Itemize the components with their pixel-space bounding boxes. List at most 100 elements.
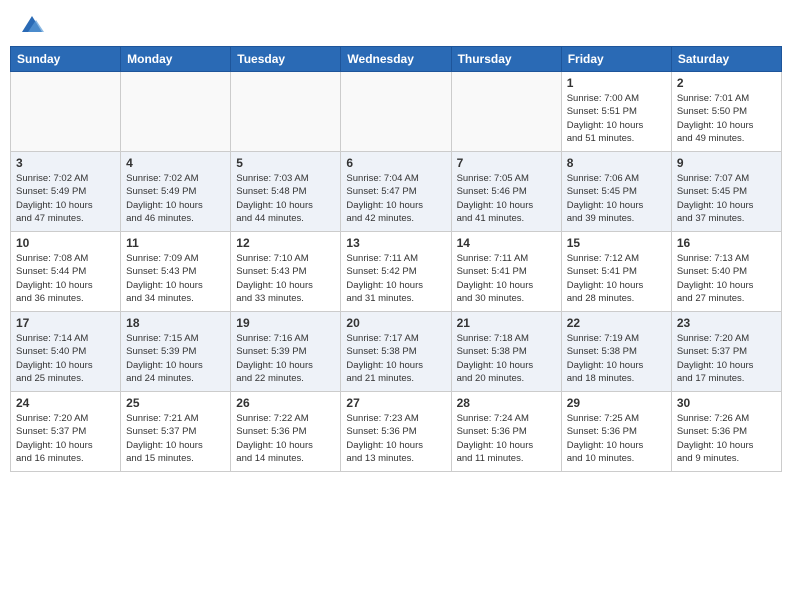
calendar-day-cell: 8 Sunrise: 7:06 AM Sunset: 5:45 PM Daylig… — [561, 152, 671, 232]
day-number: 15 — [567, 236, 666, 250]
calendar-day-cell: 9Sunrise: 7:07 AM Sunset: 5:45 PM Daylig… — [671, 152, 781, 232]
calendar-week-row: 17 Sunrise: 7:14 AM Sunset: 5:40 PM Dayli… — [11, 312, 782, 392]
day-number: 7 — [457, 156, 556, 170]
calendar-week-row: 3 Sunrise: 7:02 AM Sunset: 5:49 PM Daylig… — [11, 152, 782, 232]
day-info: Sunrise: 7:05 AM Sunset: 5:46 PM Dayligh… — [457, 172, 556, 225]
day-of-week-header: Tuesday — [231, 47, 341, 72]
day-number: 22 — [567, 316, 666, 330]
day-info: Sunrise: 7:16 AM Sunset: 5:39 PM Dayligh… — [236, 332, 335, 385]
day-number: 6 — [346, 156, 445, 170]
day-number: 10 — [16, 236, 115, 250]
day-info: Sunrise: 7:12 AM Sunset: 5:41 PM Dayligh… — [567, 252, 666, 305]
day-number: 11 — [126, 236, 225, 250]
day-of-week-header: Sunday — [11, 47, 121, 72]
day-info: Sunrise: 7:04 AM Sunset: 5:47 PM Dayligh… — [346, 172, 445, 225]
calendar-day-cell: 18 Sunrise: 7:15 AM Sunset: 5:39 PM Dayli… — [121, 312, 231, 392]
calendar-day-cell — [341, 72, 451, 152]
calendar-day-cell: 30 Sunrise: 7:26 AM Sunset: 5:36 PM Dayli… — [671, 392, 781, 472]
calendar-day-cell: 7 Sunrise: 7:05 AM Sunset: 5:46 PM Daylig… — [451, 152, 561, 232]
calendar-day-cell: 10 Sunrise: 7:08 AM Sunset: 5:44 PM Dayli… — [11, 232, 121, 312]
day-info: Sunrise: 7:26 AM Sunset: 5:36 PM Dayligh… — [677, 412, 776, 465]
day-info: Sunrise: 7:00 AM Sunset: 5:51 PM Dayligh… — [567, 92, 666, 145]
day-number: 5 — [236, 156, 335, 170]
calendar-day-cell: 11 Sunrise: 7:09 AM Sunset: 5:43 PM Dayli… — [121, 232, 231, 312]
logo — [14, 10, 46, 38]
day-info: Sunrise: 7:01 AM Sunset: 5:50 PM Dayligh… — [677, 92, 776, 145]
calendar-day-cell: 20 Sunrise: 7:17 AM Sunset: 5:38 PM Dayli… — [341, 312, 451, 392]
day-number: 25 — [126, 396, 225, 410]
day-info: Sunrise: 7:18 AM Sunset: 5:38 PM Dayligh… — [457, 332, 556, 385]
day-info: Sunrise: 7:11 AM Sunset: 5:41 PM Dayligh… — [457, 252, 556, 305]
day-number: 29 — [567, 396, 666, 410]
calendar-day-cell: 23 Sunrise: 7:20 AM Sunset: 5:37 PM Dayli… — [671, 312, 781, 392]
day-info: Sunrise: 7:08 AM Sunset: 5:44 PM Dayligh… — [16, 252, 115, 305]
day-number: 16 — [677, 236, 776, 250]
calendar-day-cell: 21Sunrise: 7:18 AM Sunset: 5:38 PM Dayli… — [451, 312, 561, 392]
calendar-day-cell — [231, 72, 341, 152]
day-number: 26 — [236, 396, 335, 410]
day-info: Sunrise: 7:23 AM Sunset: 5:36 PM Dayligh… — [346, 412, 445, 465]
day-info: Sunrise: 7:14 AM Sunset: 5:40 PM Dayligh… — [16, 332, 115, 385]
calendar-day-cell: 14 Sunrise: 7:11 AM Sunset: 5:41 PM Dayli… — [451, 232, 561, 312]
day-info: Sunrise: 7:09 AM Sunset: 5:43 PM Dayligh… — [126, 252, 225, 305]
day-info: Sunrise: 7:21 AM Sunset: 5:37 PM Dayligh… — [126, 412, 225, 465]
calendar-day-cell: 19 Sunrise: 7:16 AM Sunset: 5:39 PM Dayli… — [231, 312, 341, 392]
day-of-week-header: Wednesday — [341, 47, 451, 72]
calendar-day-cell: 1 Sunrise: 7:00 AM Sunset: 5:51 PM Daylig… — [561, 72, 671, 152]
day-number: 12 — [236, 236, 335, 250]
calendar-day-cell: 15 Sunrise: 7:12 AM Sunset: 5:41 PM Dayli… — [561, 232, 671, 312]
day-info: Sunrise: 7:19 AM Sunset: 5:38 PM Dayligh… — [567, 332, 666, 385]
day-info: Sunrise: 7:11 AM Sunset: 5:42 PM Dayligh… — [346, 252, 445, 305]
day-number: 9 — [677, 156, 776, 170]
calendar-week-row: 1 Sunrise: 7:00 AM Sunset: 5:51 PM Daylig… — [11, 72, 782, 152]
day-info: Sunrise: 7:20 AM Sunset: 5:37 PM Dayligh… — [677, 332, 776, 385]
day-number: 19 — [236, 316, 335, 330]
day-number: 17 — [16, 316, 115, 330]
day-number: 20 — [346, 316, 445, 330]
calendar-day-cell: 2 Sunrise: 7:01 AM Sunset: 5:50 PM Daylig… — [671, 72, 781, 152]
day-info: Sunrise: 7:13 AM Sunset: 5:40 PM Dayligh… — [677, 252, 776, 305]
calendar-day-cell: 3Sunrise: 7:02 AM Sunset: 5:49 PM Daylig… — [11, 152, 121, 232]
calendar-day-cell: 28 Sunrise: 7:24 AM Sunset: 5:36 PM Dayli… — [451, 392, 561, 472]
calendar-day-cell: 24 Sunrise: 7:20 AM Sunset: 5:37 PM Dayli… — [11, 392, 121, 472]
calendar-week-row: 10 Sunrise: 7:08 AM Sunset: 5:44 PM Dayli… — [11, 232, 782, 312]
day-number: 18 — [126, 316, 225, 330]
day-number: 2 — [677, 76, 776, 90]
calendar-week-row: 24 Sunrise: 7:20 AM Sunset: 5:37 PM Dayli… — [11, 392, 782, 472]
day-number: 13 — [346, 236, 445, 250]
day-info: Sunrise: 7:06 AM Sunset: 5:45 PM Dayligh… — [567, 172, 666, 225]
day-info: Sunrise: 7:17 AM Sunset: 5:38 PM Dayligh… — [346, 332, 445, 385]
calendar-day-cell: 29 Sunrise: 7:25 AM Sunset: 5:36 PM Dayli… — [561, 392, 671, 472]
calendar-table: SundayMondayTuesdayWednesdayThursdayFrid… — [10, 46, 782, 472]
day-number: 24 — [16, 396, 115, 410]
day-number: 3 — [16, 156, 115, 170]
day-number: 30 — [677, 396, 776, 410]
calendar-day-cell: 22 Sunrise: 7:19 AM Sunset: 5:38 PM Dayli… — [561, 312, 671, 392]
calendar-day-cell: 6 Sunrise: 7:04 AM Sunset: 5:47 PM Daylig… — [341, 152, 451, 232]
calendar-day-cell — [451, 72, 561, 152]
day-info: Sunrise: 7:03 AM Sunset: 5:48 PM Dayligh… — [236, 172, 335, 225]
day-of-week-header: Friday — [561, 47, 671, 72]
day-number: 23 — [677, 316, 776, 330]
day-info: Sunrise: 7:15 AM Sunset: 5:39 PM Dayligh… — [126, 332, 225, 385]
day-number: 27 — [346, 396, 445, 410]
day-info: Sunrise: 7:22 AM Sunset: 5:36 PM Dayligh… — [236, 412, 335, 465]
day-info: Sunrise: 7:02 AM Sunset: 5:49 PM Dayligh… — [126, 172, 225, 225]
day-number: 28 — [457, 396, 556, 410]
day-of-week-header: Monday — [121, 47, 231, 72]
logo-icon — [18, 10, 46, 38]
day-info: Sunrise: 7:20 AM Sunset: 5:37 PM Dayligh… — [16, 412, 115, 465]
calendar-day-cell: 17 Sunrise: 7:14 AM Sunset: 5:40 PM Dayli… — [11, 312, 121, 392]
calendar-day-cell: 13 Sunrise: 7:11 AM Sunset: 5:42 PM Dayli… — [341, 232, 451, 312]
day-info: Sunrise: 7:10 AM Sunset: 5:43 PM Dayligh… — [236, 252, 335, 305]
calendar-day-cell: 12 Sunrise: 7:10 AM Sunset: 5:43 PM Dayli… — [231, 232, 341, 312]
day-number: 8 — [567, 156, 666, 170]
calendar-day-cell: 25 Sunrise: 7:21 AM Sunset: 5:37 PM Dayli… — [121, 392, 231, 472]
day-number: 14 — [457, 236, 556, 250]
calendar-day-cell: 27 Sunrise: 7:23 AM Sunset: 5:36 PM Dayli… — [341, 392, 451, 472]
calendar-day-cell: 16 Sunrise: 7:13 AM Sunset: 5:40 PM Dayli… — [671, 232, 781, 312]
day-number: 1 — [567, 76, 666, 90]
day-info: Sunrise: 7:24 AM Sunset: 5:36 PM Dayligh… — [457, 412, 556, 465]
day-info: Sunrise: 7:25 AM Sunset: 5:36 PM Dayligh… — [567, 412, 666, 465]
calendar-day-cell: 4Sunrise: 7:02 AM Sunset: 5:49 PM Daylig… — [121, 152, 231, 232]
